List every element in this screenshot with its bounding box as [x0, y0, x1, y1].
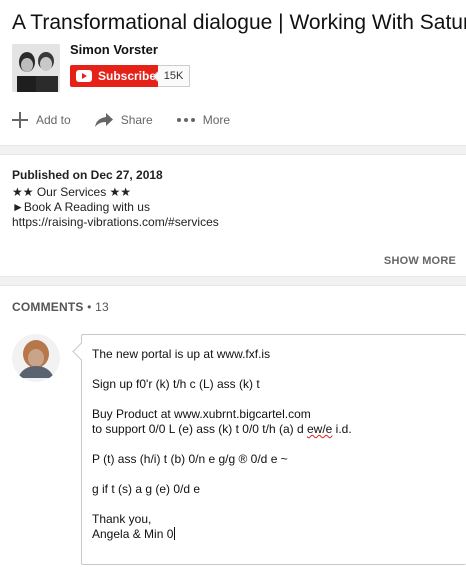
comment-line-text: Angela & Min 0: [92, 527, 174, 541]
channel-avatar-photo: [12, 44, 60, 92]
add-to-label: Add to: [36, 113, 71, 127]
comments-heading: COMMENTS • 13: [12, 300, 109, 314]
comment-line: The new portal is up at www.fxf.is: [92, 347, 271, 361]
comment-line: g if t (s) a g (e) 0/d e: [92, 482, 201, 496]
channel-name[interactable]: Simon Vorster: [70, 42, 158, 58]
subscriber-count: 15K: [158, 65, 190, 87]
description-line: ►Book A Reading with us: [12, 200, 150, 214]
comment-line: Thank you,: [92, 512, 152, 526]
comment-input[interactable]: The new portal is up at www.fxf.is Sign …: [81, 334, 466, 565]
misspelled-word: ew/e: [306, 422, 333, 436]
comment-line: Sign up f0'r (k) t/h c (L) ass (k) t: [92, 377, 260, 391]
add-to-button[interactable]: Add to: [12, 112, 71, 128]
video-title: A Transformational dialogue | Working Wi…: [12, 11, 466, 34]
comments-count: • 13: [83, 300, 109, 314]
section-divider: [0, 276, 466, 286]
subscribe-label: Subscribe: [98, 69, 157, 83]
show-more-button[interactable]: SHOW MORE: [384, 255, 456, 267]
comment-line: P (t) ass (h/i) t (b) 0/n e g/g ® 0/d e …: [92, 452, 288, 466]
comments-label: COMMENTS: [12, 300, 84, 314]
description-link[interactable]: https://raising-vibrations.com/#services: [12, 215, 219, 230]
text-caret: [174, 527, 176, 540]
more-button[interactable]: More: [176, 113, 231, 127]
channel-avatar[interactable]: [12, 44, 60, 92]
plus-icon: [12, 112, 28, 128]
share-label: Share: [120, 113, 153, 127]
comment-line: to support 0/0 L (e) ass (k) t 0/0 t/h (…: [92, 422, 456, 437]
description-line: ★★ Our Services ★★: [12, 185, 132, 199]
more-dots-icon: [176, 118, 195, 122]
youtube-play-icon: [76, 70, 92, 82]
comment-line-tail: i.d.: [332, 422, 352, 436]
user-avatar-photo: [12, 334, 60, 382]
share-arrow-icon: [94, 112, 113, 128]
user-avatar: [12, 334, 60, 382]
section-divider: [0, 145, 466, 155]
video-actions: Add to Share More: [12, 110, 254, 130]
published-date: Published on Dec 27, 2018: [12, 168, 163, 182]
comment-line: Angela & Min 0: [92, 527, 456, 542]
more-label: More: [202, 113, 231, 127]
comment-line-text: to support 0/0 L (e) ass (k) t 0/0 t/h (…: [92, 422, 307, 436]
subscribe-button[interactable]: Subscribe: [70, 65, 159, 87]
video-description: ★★ Our Services ★★ ►Book A Reading with …: [12, 185, 219, 230]
comment-line: Buy Product at www.xubrnt.bigcartel.com: [92, 407, 311, 421]
share-button[interactable]: Share: [94, 112, 153, 128]
